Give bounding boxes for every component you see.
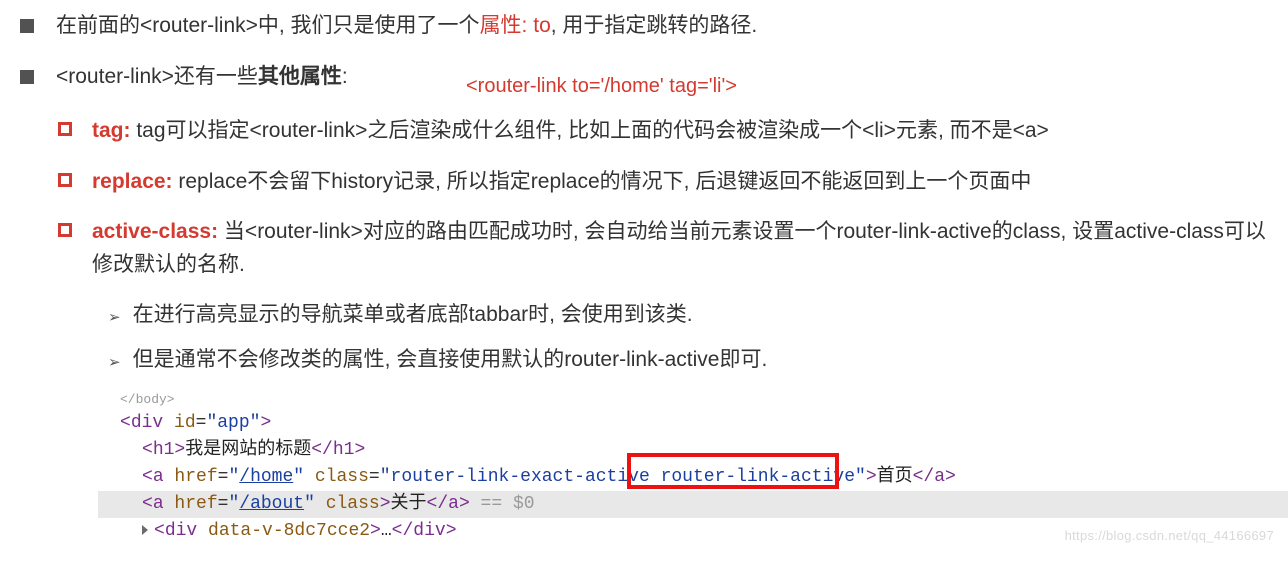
bullet-1: 在前面的<router-link>中, 我们只是使用了一个属性: to, 用于指… [20, 10, 1278, 43]
text: 当<router-link>对应的路由匹配成功时, 会自动给当前元素设置一个ro… [92, 220, 1266, 276]
code-snippet: </body> <div id="app"> <h1>我是网站的标题</h1> … [98, 390, 1278, 545]
code-line-about: <a href="/about" class>关于</a> == $0 [98, 491, 1288, 518]
highlight-box [627, 453, 839, 489]
bullet-tag-text: tag: tag可以指定<router-link>之后渲染成什么组件, 比如上面… [92, 115, 1278, 148]
bullet-replace: replace: replace不会留下history记录, 所以指定repla… [58, 166, 1278, 199]
code-annotation: <router-link to='/home' tag='li'> [466, 75, 737, 98]
square-icon [20, 19, 34, 33]
text: : [342, 65, 348, 88]
square-icon [20, 70, 34, 84]
hollow-square-icon [58, 173, 72, 187]
text-red: 属性: to [480, 14, 551, 37]
label: replace: [92, 170, 173, 193]
text: 在前面的<router-link>中, 我们只是使用了一个 [56, 14, 480, 37]
watermark: https://blog.csdn.net/qq_44166697 [1065, 528, 1274, 543]
bullet-1-text: 在前面的<router-link>中, 我们只是使用了一个属性: to, 用于指… [56, 10, 1278, 43]
text: , 用于指定跳转的路径. [551, 14, 758, 37]
label: active-class: [92, 220, 218, 243]
hollow-square-icon [58, 122, 72, 136]
sub-bullet-1: ➢ 在进行高亮显示的导航菜单或者底部tabbar时, 会使用到该类. [108, 299, 1278, 332]
text-bold: 其他属性 [258, 65, 342, 88]
bullet-replace-text: replace: replace不会留下history记录, 所以指定repla… [92, 166, 1278, 199]
text: <router-link>还有一些 [56, 65, 258, 88]
code-line: </body> [120, 390, 1278, 410]
bullet-active-class: active-class: 当<router-link>对应的路由匹配成功时, … [58, 216, 1278, 281]
sub-bullet-2: ➢ 但是通常不会修改类的属性, 会直接使用默认的router-link-acti… [108, 344, 1278, 377]
label: tag: [92, 119, 131, 142]
text: 但是通常不会修改类的属性, 会直接使用默认的router-link-active… [133, 344, 1278, 377]
text: tag可以指定<router-link>之后渲染成什么组件, 比如上面的代码会被… [131, 119, 1049, 142]
chevron-icon: ➢ [108, 306, 121, 329]
expand-triangle-icon[interactable] [142, 525, 148, 535]
hollow-square-icon [58, 223, 72, 237]
chevron-icon: ➢ [108, 351, 121, 374]
bullet-active-text: active-class: 当<router-link>对应的路由匹配成功时, … [92, 216, 1278, 281]
code-line: <div id="app"> [98, 410, 1278, 437]
bullet-tag: tag: tag可以指定<router-link>之后渲染成什么组件, 比如上面… [58, 115, 1278, 148]
text: 在进行高亮显示的导航菜单或者底部tabbar时, 会使用到该类. [133, 299, 1278, 332]
text: replace不会留下history记录, 所以指定replace的情况下, 后… [173, 170, 1032, 193]
